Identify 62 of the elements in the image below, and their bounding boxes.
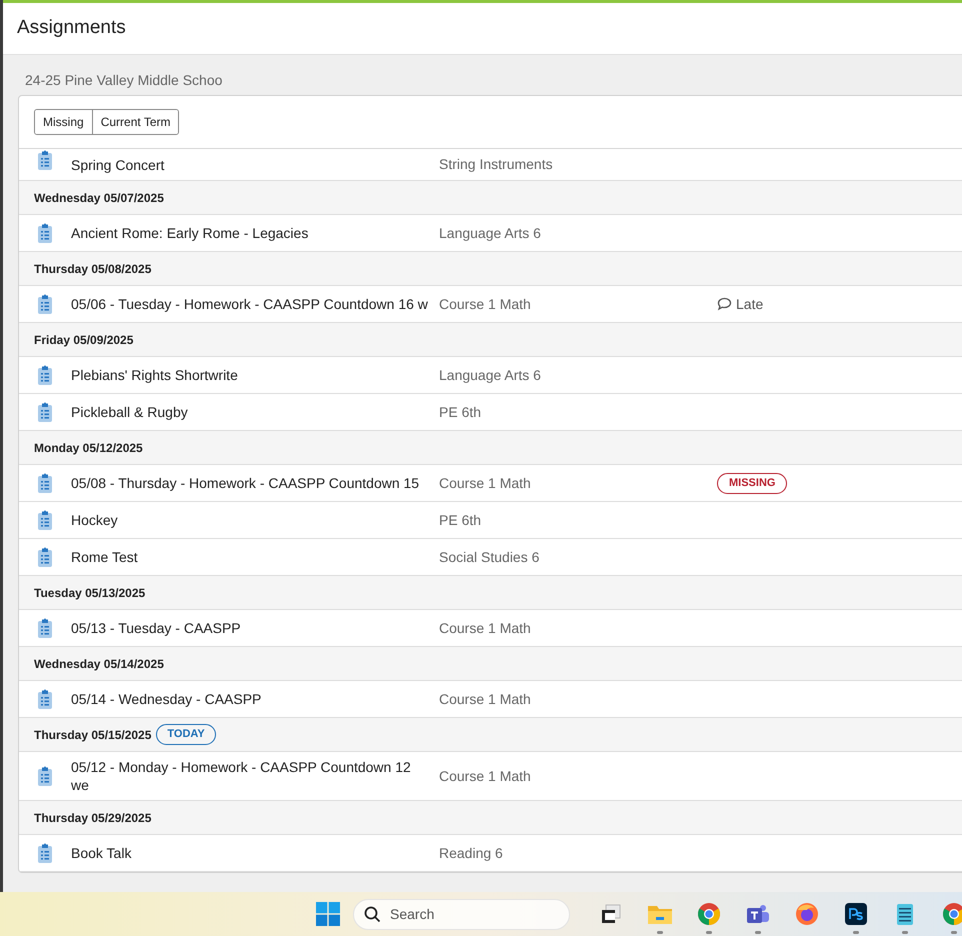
course-name: Language Arts 6 bbox=[439, 224, 542, 243]
photoshop-icon[interactable] bbox=[844, 903, 866, 925]
date-heading: Thursday 05/29/2025 bbox=[34, 810, 152, 826]
course-name: PE 6th bbox=[439, 510, 482, 530]
teams-icon[interactable] bbox=[746, 903, 770, 925]
search-field[interactable]: Search bbox=[353, 898, 570, 930]
assignment-link[interactable]: Spring Concert bbox=[71, 156, 439, 174]
start-icon[interactable] bbox=[316, 902, 340, 926]
filter-button[interactable]: Current Term bbox=[92, 110, 178, 134]
date-heading: Wednesday 05/14/2025 bbox=[34, 656, 164, 672]
clipboard-icon bbox=[37, 222, 53, 244]
course-name: String Instruments bbox=[439, 155, 554, 174]
assignment-link[interactable]: Book Talk bbox=[71, 844, 439, 862]
assignment-link[interactable]: 05/08 - Thursday - Homework - CAASPP Countdown 15 bbox=[71, 474, 439, 492]
date-heading: Monday 05/12/2025 bbox=[34, 440, 143, 456]
clipboard-icon bbox=[37, 617, 53, 639]
course-name: Language Arts 6 bbox=[439, 366, 542, 385]
assignment-link[interactable]: 05/13 - Tuesday - CAASPP bbox=[71, 619, 439, 637]
assignment-link[interactable]: Ancient Rome: Early Rome - Legacies bbox=[71, 224, 439, 242]
date-heading: Thursday 05/08/2025 bbox=[34, 260, 152, 278]
assignment-link[interactable]: Plebians' Rights Shortwrite bbox=[71, 366, 439, 384]
assignment-link[interactable]: 05/06 - Tuesday - Homework - CAASPP Countdown 16 w bbox=[71, 295, 439, 313]
missing-badge: MISSING bbox=[717, 472, 788, 494]
clipboard-icon bbox=[37, 765, 53, 787]
clipboard-icon bbox=[37, 546, 53, 568]
clipboard-icon bbox=[37, 842, 53, 864]
clipboard-icon bbox=[37, 364, 53, 386]
clipboard-icon bbox=[37, 293, 53, 315]
notepad-icon[interactable] bbox=[894, 902, 914, 926]
clipboard-icon bbox=[37, 509, 53, 531]
date-heading: Tuesday 05/13/2025 bbox=[34, 584, 146, 602]
date-heading: Thursday 05/15/2025 bbox=[34, 726, 152, 744]
chrome-icon[interactable] bbox=[942, 902, 962, 926]
course-name: Course 1 Math bbox=[439, 474, 532, 492]
folder-icon[interactable] bbox=[646, 903, 672, 925]
clipboard-icon bbox=[37, 688, 53, 710]
assignment-link[interactable]: 05/12 - Monday - Homework - CAASPP Countdown 12 we bbox=[71, 758, 439, 794]
course-name: Social Studies 6 bbox=[439, 548, 540, 566]
course-name: Course 1 Math bbox=[439, 690, 532, 708]
assignment-link[interactable]: Pickleball & Rugby bbox=[71, 403, 439, 421]
date-heading: Wednesday 05/07/2025 bbox=[34, 190, 164, 206]
today-badge: TODAY bbox=[156, 724, 216, 745]
course-name: Course 1 Math bbox=[439, 294, 532, 314]
course-name: Course 1 Math bbox=[439, 618, 532, 638]
date-heading: Friday 05/09/2025 bbox=[34, 332, 134, 348]
assignment-link[interactable]: Rome Test bbox=[71, 548, 439, 566]
assignment-link[interactable]: Hockey bbox=[71, 511, 439, 529]
course-name: PE 6th bbox=[439, 402, 482, 422]
school-name: 24-25 Pine Valley Middle Schoo bbox=[25, 73, 224, 87]
chrome-icon[interactable] bbox=[696, 902, 720, 926]
task-view-icon[interactable] bbox=[600, 903, 622, 925]
course-name: Reading 6 bbox=[439, 844, 504, 863]
page-title: Assignments bbox=[17, 18, 126, 39]
comment-icon bbox=[717, 297, 732, 311]
search-icon bbox=[364, 906, 381, 922]
assignment-link[interactable]: 05/14 - Wednesday - CAASPP bbox=[71, 690, 439, 708]
clipboard-icon bbox=[37, 401, 53, 423]
firefox-icon[interactable] bbox=[794, 902, 818, 926]
late-label: Late bbox=[736, 294, 764, 314]
course-name: Course 1 Math bbox=[439, 766, 532, 786]
clipboard-icon bbox=[37, 149, 53, 171]
clipboard-icon bbox=[37, 472, 53, 494]
